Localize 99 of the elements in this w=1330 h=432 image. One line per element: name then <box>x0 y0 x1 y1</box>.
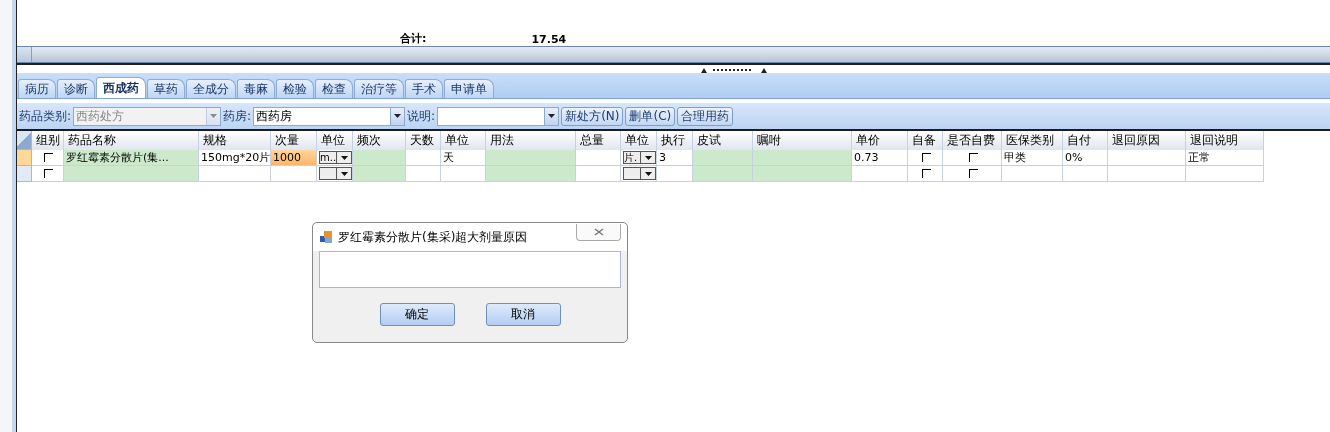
column-header[interactable]: 单位 <box>621 131 657 150</box>
dropdown-arrow-icon[interactable] <box>340 155 348 160</box>
table-cell[interactable] <box>1063 166 1108 182</box>
cell-dropdown[interactable]: m.. <box>319 151 352 164</box>
table-cell[interactable] <box>693 150 753 166</box>
total-label: 合计: <box>400 31 427 46</box>
column-header[interactable]: 单位 <box>441 131 486 150</box>
table-cell[interactable] <box>486 166 576 182</box>
checkbox[interactable] <box>968 169 978 178</box>
tab[interactable]: 诊断 <box>57 79 95 98</box>
table-cell[interactable] <box>943 150 1002 166</box>
column-header[interactable]: 总量 <box>576 131 621 150</box>
dialog-title: 罗红霉素分散片(集采)超大剂量原因 <box>338 228 529 246</box>
close-button[interactable] <box>576 223 621 241</box>
tab[interactable]: 检验 <box>276 79 314 98</box>
table-cell[interactable]: 0% <box>1063 150 1108 166</box>
column-header[interactable]: 嘱咐 <box>753 131 852 150</box>
toolbar-button[interactable]: 删单(C) <box>625 106 676 126</box>
column-header[interactable]: 次量 <box>271 131 317 150</box>
column-header[interactable]: 是否自费 <box>943 131 1002 150</box>
table-cell[interactable] <box>199 166 271 182</box>
column-header[interactable]: 频次 <box>353 131 406 150</box>
close-icon[interactable] <box>593 227 604 236</box>
table-cell[interactable] <box>1108 166 1186 182</box>
field-label: 药房: <box>223 107 252 125</box>
table-cell[interactable] <box>576 166 621 182</box>
checkbox[interactable] <box>968 153 978 162</box>
dialog-button[interactable]: 确定 <box>379 303 455 326</box>
row-header[interactable] <box>17 166 32 182</box>
tab[interactable]: 治疗等 <box>354 79 404 98</box>
column-header[interactable]: 退回原因 <box>1108 131 1186 150</box>
column-header[interactable]: 单价 <box>852 131 908 150</box>
reason-input[interactable] <box>319 251 621 288</box>
table-cell[interactable] <box>1186 166 1264 182</box>
table-cell[interactable] <box>353 150 406 166</box>
table-cell[interactable]: 罗红霉素分散片(集... <box>64 150 199 166</box>
table-cell[interactable] <box>406 150 441 166</box>
column-header[interactable]: 用法 <box>486 131 576 150</box>
table-cell[interactable] <box>753 150 852 166</box>
table-cell[interactable] <box>693 166 753 182</box>
table-cell[interactable] <box>852 166 908 182</box>
column-header[interactable]: 皮试 <box>693 131 753 150</box>
dialog-button[interactable]: 取消 <box>485 303 561 326</box>
row-header[interactable] <box>17 150 32 166</box>
tab[interactable]: 检查 <box>315 79 353 98</box>
table-cell[interactable] <box>753 166 852 182</box>
table-cell[interactable]: 正常 <box>1186 150 1264 166</box>
table-cell[interactable]: 1000 <box>271 150 317 166</box>
table-cell[interactable] <box>406 166 441 182</box>
tab[interactable]: 手术 <box>405 79 443 98</box>
column-header[interactable]: 药品名称 <box>64 131 199 150</box>
toolbar-button[interactable]: 合理用药 <box>677 106 734 126</box>
table-cell[interactable] <box>908 166 943 182</box>
table-cell[interactable] <box>486 150 576 166</box>
column-header[interactable]: 规格 <box>199 131 271 150</box>
splitter-handle[interactable] <box>17 63 1330 73</box>
dropdown-field[interactable]: 西药房 <box>253 106 406 126</box>
select-all-corner[interactable] <box>17 131 32 150</box>
app-icon <box>320 231 332 243</box>
dropdown-arrow-icon[interactable] <box>644 171 652 176</box>
checkbox[interactable] <box>44 169 53 178</box>
total-value: 17.54 <box>531 33 567 46</box>
tab[interactable]: 毒麻 <box>237 79 275 98</box>
table-cell[interactable]: 甲类 <box>1002 150 1063 166</box>
tab[interactable]: 病历 <box>18 79 56 98</box>
dropdown-arrow-icon[interactable] <box>548 114 556 118</box>
toolbar-button[interactable]: 新处方(N) <box>561 106 624 126</box>
dropdown-arrow-icon[interactable] <box>644 155 652 160</box>
checkbox[interactable] <box>921 153 931 162</box>
column-header[interactable]: 退回说明 <box>1186 131 1264 150</box>
table-cell[interactable] <box>1108 150 1186 166</box>
table-cell[interactable] <box>64 166 199 182</box>
table-cell[interactable]: 0.73 <box>852 150 908 166</box>
dropdown-arrow-icon[interactable] <box>340 171 348 176</box>
field-label: 药品类别: <box>19 107 72 125</box>
column-header[interactable]: 组别 <box>32 131 64 150</box>
table-cell[interactable] <box>908 150 943 166</box>
dropdown-arrow-icon[interactable] <box>394 114 402 118</box>
column-header[interactable]: 自备 <box>908 131 943 150</box>
tab[interactable]: 全成分 <box>186 79 236 98</box>
table-cell[interactable] <box>271 166 317 182</box>
checkbox[interactable] <box>44 153 53 162</box>
column-header[interactable]: 单位 <box>317 131 353 150</box>
table-cell[interactable] <box>353 166 406 182</box>
column-header[interactable]: 天数 <box>406 131 441 150</box>
table-cell[interactable] <box>943 166 1002 182</box>
column-header[interactable]: 医保类别 <box>1002 131 1063 150</box>
table-cell[interactable] <box>1002 166 1063 182</box>
checkbox[interactable] <box>921 169 931 178</box>
table-cell[interactable] <box>576 150 621 166</box>
field-label: 说明: <box>407 107 436 125</box>
tab[interactable]: 西成药 <box>96 77 146 98</box>
tab[interactable]: 申请单 <box>444 79 494 98</box>
scroll-left-icon[interactable] <box>17 47 32 62</box>
column-header[interactable]: 自付 <box>1063 131 1108 150</box>
cell-dropdown[interactable]: 片. <box>623 151 656 164</box>
dropdown-field[interactable] <box>437 106 560 126</box>
tab[interactable]: 草药 <box>147 79 185 98</box>
column-header[interactable]: 执行 <box>657 131 693 150</box>
